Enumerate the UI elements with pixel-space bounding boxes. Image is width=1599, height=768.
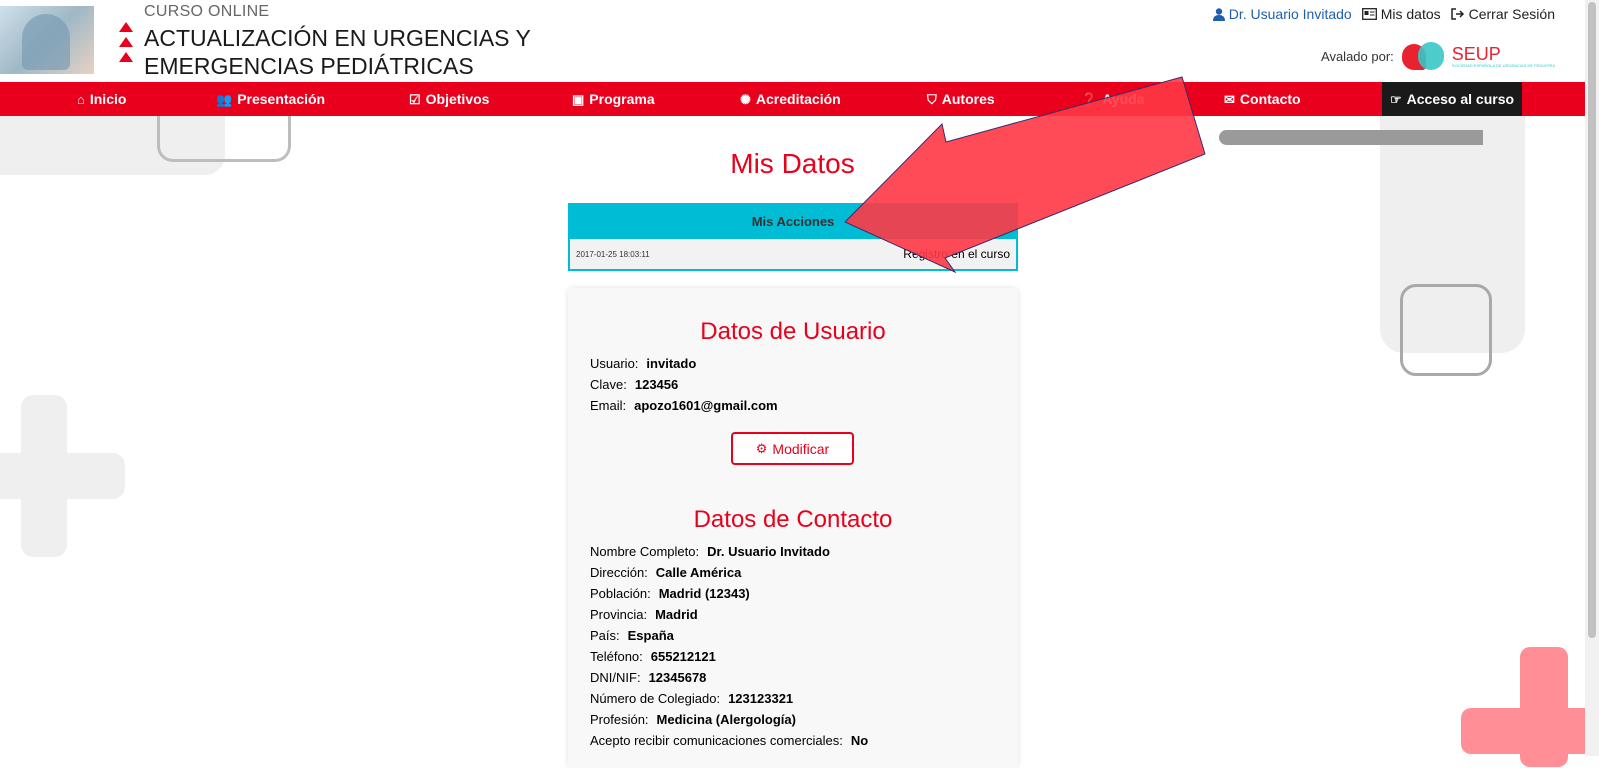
field-usuario: Usuario: invitado (590, 356, 697, 371)
nav-label: Contacto (1239, 91, 1301, 107)
course-arrows-icon (119, 22, 133, 78)
id-card-icon (1361, 8, 1377, 20)
course-title-line: EMERGENCIAS PEDIÁTRICAS (144, 53, 474, 79)
nav-item-inicio[interactable]: ⌂ Inicio (77, 82, 126, 116)
vertical-scrollbar[interactable] (1585, 0, 1599, 756)
field-clave: Clave: 123456 (590, 377, 679, 392)
endorsement: Avalado por: SEUP SOCIEDAD ESPAÑOLA DE U… (1321, 40, 1555, 72)
background-plus-shape (0, 453, 125, 499)
nav-label: Inicio (89, 91, 127, 107)
certificate-icon: ✺ (740, 91, 751, 107)
background-pink-plus (1461, 708, 1599, 754)
nav-item-acceso-curso[interactable]: ☞ Acceso al curso (1382, 82, 1523, 116)
gear-icon: ⚙ (755, 441, 768, 456)
actions-row: 2017-01-25 18:03:11 Registro en el curso (570, 239, 1016, 269)
my-data-link[interactable]: Mis datos (1361, 6, 1441, 22)
user-profile-link[interactable]: Dr. Usuario Invitado (1212, 6, 1352, 22)
field-poblacion: Población: Madrid (12343) (590, 586, 750, 601)
nav-label: Presentación (237, 91, 326, 107)
field-direccion: Dirección: Calle América (590, 565, 742, 580)
shield-icon: ⛉ (927, 91, 937, 107)
seup-logo-icon (1401, 40, 1446, 72)
actions-header: Mis Acciones (570, 205, 1016, 239)
scrollbar-thumb[interactable] (1588, 2, 1596, 638)
field-colegiado: Número de Colegiado: 123123321 (590, 691, 794, 706)
envelope-icon: ✉ (1224, 91, 1235, 107)
user-section-title: Datos de Usuario (700, 318, 886, 345)
logout-label: Cerrar Sesión (1468, 6, 1555, 22)
nav-item-contacto[interactable]: ✉ Contacto (1224, 82, 1301, 116)
background-bar-shape (1219, 130, 1483, 145)
modify-label: Modificar (772, 440, 830, 457)
field-profesion: Profesión: Medicina (Alergología) (590, 712, 796, 727)
field-dni: DNI/NIF: 12345678 (590, 670, 707, 685)
nav-item-acreditacion[interactable]: ✺ Acreditación (740, 82, 841, 116)
nav-item-objetivos[interactable]: ☑ Objetivos (409, 82, 489, 116)
field-telefono: Teléfono: 655212121 (590, 649, 716, 664)
main-nav: ⌂ Inicio 👥 Presentación ☑ Objetivos ▣ Pr… (0, 82, 1585, 116)
hand-pointer-icon: ☞ (1390, 91, 1402, 107)
field-comunicaciones: Acepto recibir comunicaciones comerciale… (590, 733, 869, 748)
actions-panel: Mis Acciones 2017-01-25 18:03:11 Registr… (568, 203, 1018, 271)
nav-item-ayuda[interactable]: ❓ Ayuda (1081, 82, 1144, 116)
seup-tagline: SOCIEDAD ESPAÑOLA DE URGENCIAS DE PEDIAT… (1451, 62, 1555, 68)
my-data-label: Mis datos (1380, 6, 1441, 22)
home-icon: ⌂ (77, 91, 85, 107)
nav-label: Programa (589, 91, 655, 107)
nav-item-programa[interactable]: ▣ Programa (572, 82, 655, 116)
nav-label: Acreditación (755, 91, 841, 107)
question-circle-icon: ❓ (1081, 91, 1098, 107)
nav-label: Objetivos (425, 91, 490, 107)
user-data-card: Datos de Usuario Usuario: invitado Clave:… (568, 288, 1018, 768)
users-icon: 👥 (216, 91, 233, 107)
action-description: Registro en el curso (903, 247, 1010, 261)
course-subtitle: CURSO ONLINE (144, 3, 270, 20)
course-logo-image[interactable] (0, 6, 94, 74)
seup-name: SEUP (1451, 43, 1501, 64)
nav-label: Acceso al curso (1406, 91, 1515, 107)
logout-link[interactable]: Cerrar Sesión (1450, 6, 1555, 22)
site-header: CURSO ONLINE ACTUALIZACIÓN EN URGENCIAS … (0, 0, 1585, 82)
background-outline-square (1400, 284, 1492, 376)
user-name: Dr. Usuario Invitado (1228, 6, 1352, 22)
calendar-check-icon: ▣ (572, 91, 585, 107)
endorsement-label: Avalado por: (1321, 48, 1394, 64)
course-title-line: ACTUALIZACIÓN EN URGENCIAS Y (144, 25, 531, 51)
user-icon (1212, 7, 1225, 21)
course-title[interactable]: ACTUALIZACIÓN EN URGENCIAS Y EMERGENCIAS… (144, 24, 531, 80)
nav-label: Autores (941, 91, 995, 107)
check-square-icon: ☑ (409, 91, 421, 107)
field-nombre: Nombre Completo: Dr. Usuario Invitado (590, 544, 830, 559)
field-email: Email: apozo1601@gmail.com (590, 398, 778, 413)
action-date: 2017-01-25 18:03:11 (576, 249, 650, 259)
sign-out-icon (1450, 8, 1464, 20)
page-title: Mis Datos (730, 148, 855, 179)
user-links: Dr. Usuario Invitado Mis datos Cerrar Se… (1212, 6, 1555, 22)
field-pais: País: España (590, 628, 674, 643)
contact-section-title: Datos de Contacto (693, 506, 893, 533)
nav-label: Ayuda (1102, 91, 1145, 107)
seup-logo[interactable]: SEUP SOCIEDAD ESPAÑOLA DE URGENCIAS DE P… (1401, 40, 1555, 72)
modify-button[interactable]: ⚙ Modificar (731, 432, 854, 465)
nav-item-presentacion[interactable]: 👥 Presentación (216, 82, 325, 116)
nav-item-autores[interactable]: ⛉ Autores (927, 82, 995, 116)
field-provincia: Provincia: Madrid (590, 607, 698, 622)
